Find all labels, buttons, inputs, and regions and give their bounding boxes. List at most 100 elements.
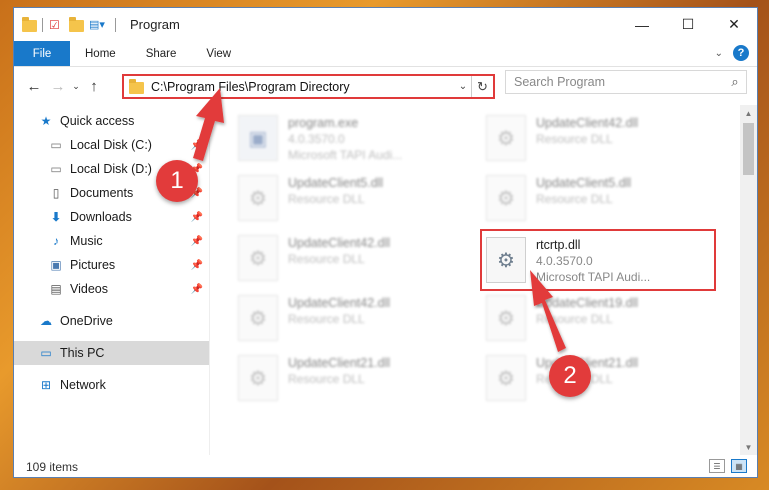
sidebar-item-quick-access[interactable]: ★ Quick access xyxy=(14,109,209,133)
pin-icon[interactable]: 📌 xyxy=(191,236,203,247)
search-icon[interactable]: ⌕ xyxy=(724,74,746,90)
sidebar-item-label: This PC xyxy=(60,346,105,360)
file-description: Resource DLL xyxy=(536,312,613,326)
file-name: program.exe xyxy=(288,116,359,130)
chevron-down-icon[interactable]: ⌄ xyxy=(455,81,471,92)
file-name: UpdateClient42.dll xyxy=(536,116,639,130)
scroll-thumb[interactable] xyxy=(743,123,754,175)
folder-icon[interactable] xyxy=(22,16,37,32)
help-icon[interactable]: ? xyxy=(733,45,749,61)
highlight-box xyxy=(480,229,716,291)
file-item[interactable]: ▣ program.exe 4.0.3570.0 Microsoft TAPI … xyxy=(234,111,464,167)
star-icon: ★ xyxy=(40,114,52,128)
dll-file-icon: ⚙ xyxy=(486,355,526,401)
dll-file-icon: ⚙ xyxy=(238,175,278,221)
window-controls: — ☐ ✕ xyxy=(619,8,757,41)
sidebar-item-onedrive[interactable]: ☁ OneDrive xyxy=(14,309,209,333)
pin-icon[interactable]: 📌 xyxy=(191,212,203,223)
customize-qa-icon[interactable]: ▤▾ xyxy=(89,18,105,32)
dll-file-icon: ⚙ xyxy=(238,295,278,341)
details-view-icon[interactable]: ☰ xyxy=(709,459,725,473)
window-title: Program xyxy=(130,17,180,32)
maximize-button[interactable]: ☐ xyxy=(665,8,711,41)
step-badge-1: 1 xyxy=(156,160,198,202)
up-arrow-icon[interactable]: ↑ xyxy=(82,78,106,95)
tab-share[interactable]: Share xyxy=(131,41,192,66)
scroll-down-icon[interactable]: ▼ xyxy=(740,439,757,455)
tab-home[interactable]: Home xyxy=(70,41,131,66)
file-name: UpdateClient5.dll xyxy=(288,176,384,190)
search-input[interactable]: Search Program ⌕ xyxy=(505,70,747,94)
file-description: Resource DLL xyxy=(288,192,365,206)
pin-icon[interactable]: 📌 xyxy=(191,260,203,271)
file-item[interactable]: ⚙ UpdateClient21.dll Resource DLL xyxy=(482,351,712,407)
sidebar-item-this-pc[interactable]: ▭ This PC xyxy=(14,341,209,365)
file-item[interactable]: ⚙ UpdateClient5.dll Resource DLL xyxy=(482,171,712,227)
exe-file-icon: ▣ xyxy=(238,115,278,161)
cloud-icon: ☁ xyxy=(40,314,52,328)
file-item[interactable]: ⚙ UpdateClient5.dll Resource DLL xyxy=(234,171,464,227)
sidebar-item-label: Pictures xyxy=(70,258,116,272)
search-placeholder: Search Program xyxy=(514,75,606,89)
sidebar-item-downloads[interactable]: ⬇ Downloads 📌 xyxy=(14,205,209,229)
file-description: Resource DLL xyxy=(288,252,365,266)
view-buttons: ☰ ▦ xyxy=(709,459,747,473)
file-description: Resource DLL xyxy=(288,312,365,326)
dll-file-icon: ⚙ xyxy=(486,175,526,221)
pin-icon[interactable]: 📌 xyxy=(191,284,203,295)
network-icon: ⊞ xyxy=(40,378,52,392)
file-item[interactable]: ⚙ UpdateClient19.dll Resource DLL xyxy=(482,291,712,347)
expand-ribbon-icon[interactable]: ⌄ xyxy=(715,48,723,59)
address-bar[interactable]: C:\Program Files\Program Directory ⌄ ↻ xyxy=(122,74,495,99)
refresh-icon[interactable]: ↻ xyxy=(471,76,493,97)
file-item[interactable]: ⚙ UpdateClient42.dll Resource DLL xyxy=(234,231,464,287)
drive-icon: ▭ xyxy=(50,162,62,176)
sidebar-item-label: Network xyxy=(60,378,106,392)
sidebar-item-network[interactable]: ⊞ Network xyxy=(14,373,209,397)
forward-arrow-icon[interactable]: → xyxy=(46,78,70,95)
dll-file-icon: ⚙ xyxy=(486,115,526,161)
title-bar: ☑ ▤▾ Program — ☐ ✕ xyxy=(14,8,757,41)
dll-file-icon: ⚙ xyxy=(238,355,278,401)
file-name: UpdateClient42.dll xyxy=(288,236,391,250)
scroll-up-icon[interactable]: ▲ xyxy=(740,105,757,121)
tab-view[interactable]: View xyxy=(191,41,246,66)
ribbon-tabs: File Home Share View ⌄ ? xyxy=(14,41,757,67)
ribbon-right: ⌄ ? xyxy=(715,45,749,61)
tiles-view-icon[interactable]: ▦ xyxy=(731,459,747,473)
file-description: Resource DLL xyxy=(536,192,613,206)
new-folder-icon[interactable] xyxy=(69,16,84,32)
sidebar-item-label: Documents xyxy=(70,186,134,200)
address-path[interactable]: C:\Program Files\Program Directory xyxy=(151,80,455,94)
vertical-scrollbar[interactable]: ▲ ▼ xyxy=(740,105,757,455)
sidebar-item-local-disk-c[interactable]: ▭ Local Disk (C:) 📌 xyxy=(14,133,209,157)
back-arrow-icon[interactable]: ← xyxy=(22,78,46,95)
file-item[interactable]: ⚙ UpdateClient21.dll Resource DLL xyxy=(234,351,464,407)
sidebar-item-label: Local Disk (D:) xyxy=(70,162,152,176)
sidebar-item-pictures[interactable]: ▣ Pictures 📌 xyxy=(14,253,209,277)
recent-locations-icon[interactable]: ⌄ xyxy=(70,81,82,92)
pin-icon[interactable]: 📌 xyxy=(191,140,203,151)
sidebar-item-videos[interactable]: ▤ Videos 📌 xyxy=(14,277,209,301)
tab-file[interactable]: File xyxy=(14,41,70,66)
status-bar: 109 items ☰ ▦ xyxy=(14,455,757,478)
file-item[interactable]: ⚙ UpdateClient42.dll Resource DLL xyxy=(482,111,712,167)
computer-icon: ▭ xyxy=(40,346,52,360)
explorer-window: ☑ ▤▾ Program — ☐ ✕ File Home Share View … xyxy=(13,7,758,478)
file-name: UpdateClient5.dll xyxy=(536,176,632,190)
sidebar-item-label: Quick access xyxy=(60,114,135,128)
file-name: UpdateClient42.dll xyxy=(288,296,391,310)
close-button[interactable]: ✕ xyxy=(711,8,757,41)
sidebar-item-label: Music xyxy=(70,234,103,248)
download-icon: ⬇ xyxy=(50,210,62,224)
item-count: 109 items xyxy=(26,459,79,474)
sidebar-item-music[interactable]: ♪ Music 📌 xyxy=(14,229,209,253)
sidebar-item-label: OneDrive xyxy=(60,314,113,328)
file-version: 4.0.3570.0 xyxy=(288,132,345,146)
file-item[interactable]: ⚙ UpdateClient42.dll Resource DLL xyxy=(234,291,464,347)
step-badge-2: 2 xyxy=(549,355,591,397)
separator xyxy=(115,17,116,32)
properties-icon[interactable]: ☑ xyxy=(49,18,63,32)
minimize-button[interactable]: — xyxy=(619,8,665,41)
